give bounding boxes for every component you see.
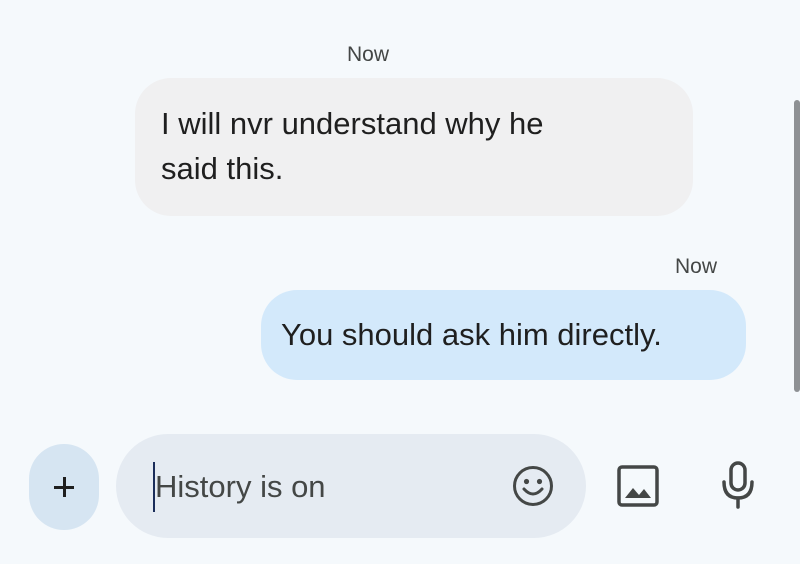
emoji-button[interactable]	[512, 465, 554, 507]
microphone-icon	[722, 461, 754, 509]
incoming-message-bubble[interactable]: I will nvr understand why he said this.	[135, 78, 693, 216]
voice-input-button[interactable]	[720, 460, 756, 510]
emoji-icon	[513, 466, 553, 506]
add-attachment-button[interactable]	[29, 444, 99, 530]
message-text: You should ask him directly.	[281, 317, 662, 352]
compose-placeholder: History is on	[155, 469, 326, 504]
scrollbar[interactable]	[794, 100, 800, 392]
message-text-line: said this.	[161, 151, 284, 186]
compose-field[interactable]: History is on	[116, 434, 586, 538]
gallery-button[interactable]	[616, 464, 660, 508]
plus-icon	[54, 477, 74, 497]
message-timestamp: Now	[347, 43, 390, 66]
message-text-line: I will nvr understand why he	[161, 106, 544, 141]
message-timestamp: Now	[675, 255, 718, 278]
outgoing-message-bubble[interactable]: You should ask him directly.	[261, 290, 746, 380]
conversation-screen: Now I will nvr understand why he said th…	[0, 0, 800, 564]
image-icon	[617, 465, 659, 507]
